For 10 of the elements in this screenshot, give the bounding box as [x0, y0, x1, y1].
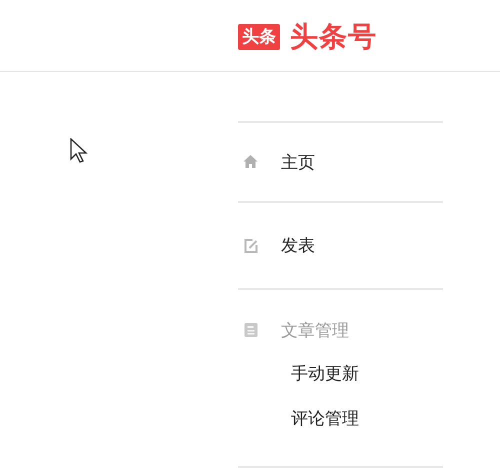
- nav-item[interactable]: 发表: [281, 234, 315, 257]
- logo-text: 头条号: [290, 19, 377, 55]
- logo-badge: 头条: [238, 24, 280, 50]
- nav-item[interactable]: 主页: [281, 150, 315, 174]
- edit-icon: [243, 238, 259, 254]
- nav-subitem[interactable]: 手动更新: [238, 352, 443, 397]
- nav-subitem[interactable]: 评论管理: [238, 397, 443, 442]
- cursor-icon: [70, 138, 88, 164]
- home-icon: [243, 154, 259, 170]
- document-icon: [243, 322, 259, 338]
